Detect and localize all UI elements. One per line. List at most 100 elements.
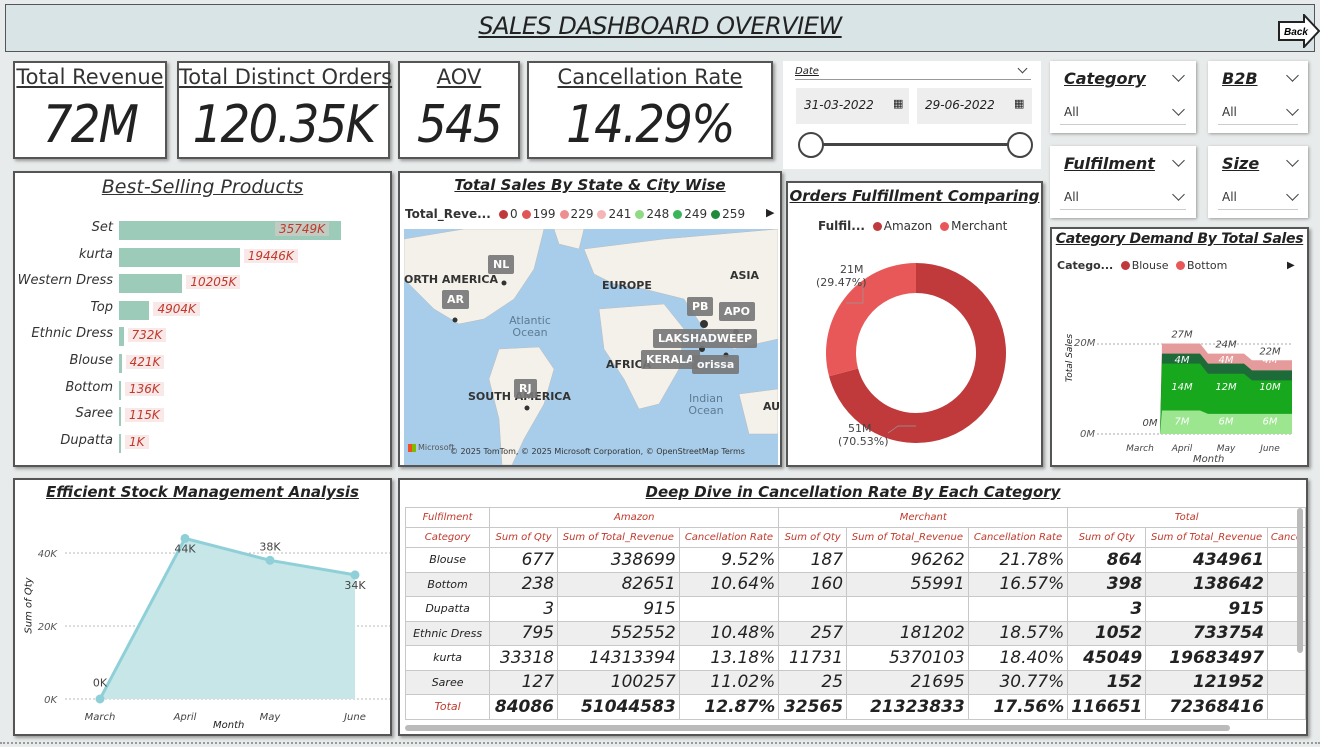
vertical-scrollbar[interactable] <box>1297 508 1303 653</box>
table-group-header[interactable]: Fulfilment <box>404 507 491 528</box>
table-row[interactable]: kurta 33318 14313394 13.18% 11731 5370103 18.4… <box>404 645 1306 671</box>
fulfilment-slicer[interactable]: Fulfilment All <box>1050 146 1196 218</box>
table-column-header[interactable]: Category <box>404 527 491 548</box>
bar[interactable] <box>119 247 240 267</box>
table-row[interactable]: Total 84086 51044583 12.87% 32565 21323833 17.… <box>404 694 1306 720</box>
fulfilment-slicer-label: Fulfilment <box>1064 154 1155 173</box>
table-cell: 14313394 <box>557 645 680 671</box>
table-column-header[interactable]: Sum of Qty <box>778 527 848 548</box>
date-range-end-handle[interactable] <box>1007 132 1033 158</box>
table-cell: 82651 <box>557 571 680 597</box>
horizontal-scrollbar[interactable] <box>405 725 1230 731</box>
map-pin-rj[interactable]: RJ <box>514 379 537 398</box>
chevron-down-icon[interactable] <box>1286 154 1299 167</box>
data-label: 34K <box>344 579 366 592</box>
table-row[interactable]: Bottom 238 82651 10.64% 160 55991 16.57% 398 138… <box>404 571 1306 597</box>
date-range-track[interactable] <box>809 143 1021 146</box>
legend-dot <box>673 210 683 219</box>
table-cell: 21695 <box>846 669 969 695</box>
sales-map[interactable]: Total Sales By State & City Wise Total_R… <box>398 171 782 467</box>
bar[interactable] <box>119 327 124 347</box>
map-pin-ar[interactable]: AR <box>442 290 469 309</box>
table-cell: 33318 <box>489 645 559 671</box>
table-group-header[interactable]: Amazon <box>489 507 780 528</box>
bar[interactable] <box>119 274 183 294</box>
x-tick: May <box>260 712 282 723</box>
table-cell: 121952 <box>1145 669 1268 695</box>
table-cell: Dupatta <box>404 596 491 622</box>
map-pin-kerala[interactable]: KERALA <box>641 350 700 369</box>
table-row[interactable]: Ethnic Dress 795 552552 10.48% 257 181202 18.5… <box>404 620 1306 646</box>
table-column-header[interactable]: Cancellation Rate <box>678 527 780 548</box>
bar-value: 115K <box>125 408 164 423</box>
category-dropdown[interactable] <box>1060 97 1186 125</box>
table-column-header[interactable]: Sum of Qty <box>1067 527 1147 548</box>
segment-label: 6M <box>1219 417 1234 428</box>
map-pin-nl[interactable]: NL <box>488 255 515 274</box>
table-cell: 18.40% <box>967 645 1069 671</box>
chart-title: Deep Dive in Cancellation Rate By Each C… <box>645 483 1061 501</box>
table-cell: 10.64% <box>678 571 780 597</box>
x-tick: June <box>342 712 366 723</box>
table-row[interactable]: Blouse 677 338699 9.52% 187 96262 21.78% 864 434… <box>404 547 1306 573</box>
fulfillment-donut-chart: Orders Fulfillment Comparing Fulfil... A… <box>786 181 1043 467</box>
bar[interactable] <box>119 300 150 320</box>
map-pin-apo[interactable]: APO <box>719 302 755 321</box>
map-pin-pb[interactable]: PB <box>687 297 714 316</box>
table-column-header[interactable]: Sum of Qty <box>489 527 559 548</box>
bar[interactable] <box>119 354 122 373</box>
date-end-input[interactable]: 29-06-2022 ▦ <box>917 88 1032 124</box>
legend-item: 259 <box>722 207 746 221</box>
category-slicer[interactable]: Category All <box>1050 61 1196 133</box>
bar-value: 4904K <box>153 301 200 316</box>
table-column-header[interactable]: Sum of Total_Revenue <box>846 527 969 548</box>
table-cell: 30.77% <box>967 669 1069 695</box>
legend-next-icon[interactable]: ▶ <box>766 206 774 219</box>
date-slicer[interactable]: Date 31-03-2022 ▦ 29-06-2022 ▦ <box>783 61 1041 169</box>
table-row[interactable]: Dupatta 3 915 3 915 <box>404 596 1306 622</box>
chevron-down-icon[interactable] <box>1172 69 1185 82</box>
chevron-down-icon[interactable] <box>1286 69 1299 82</box>
legend-dot <box>635 210 645 219</box>
chart-title: Best-Selling Products <box>101 176 304 198</box>
legend-item: 199 <box>532 207 556 221</box>
kpi-total-orders: Total Distinct Orders 120.35K <box>177 61 392 159</box>
table-group-header[interactable]: Merchant <box>778 507 1069 528</box>
table-row[interactable]: Saree 127 100257 11.02% 25 21695 30.77% 152 1219… <box>404 669 1306 695</box>
legend-item: 229 <box>570 207 594 221</box>
data-label: 44K <box>174 542 196 555</box>
table-cell: 10.48% <box>678 620 780 646</box>
bar[interactable] <box>119 433 121 453</box>
x-tick: June <box>1258 444 1280 454</box>
date-start-input[interactable]: 31-03-2022 ▦ <box>796 88 909 124</box>
category-slicer-value: All <box>1064 105 1079 119</box>
table-cell: 21.78% <box>967 547 1069 573</box>
back-button[interactable]: Back <box>1278 14 1320 48</box>
table-cell: 3 <box>1067 596 1147 622</box>
table-column-header[interactable]: Sum of Total_Revenue <box>1145 527 1268 548</box>
map-pin-lakshadweep[interactable]: LAKSHADWEEP <box>653 329 758 348</box>
segment-label: 7M <box>1175 417 1190 428</box>
legend-title: Total_Reve... <box>405 207 491 221</box>
total-label: 27M <box>1171 330 1193 341</box>
table-group-header[interactable]: Total <box>1067 507 1306 528</box>
fulfilment-slicer-value: All <box>1064 190 1079 204</box>
fulfilment-dropdown[interactable] <box>1060 182 1186 210</box>
calendar-icon[interactable]: ▦ <box>1014 97 1024 110</box>
chevron-down-icon[interactable] <box>1172 154 1185 167</box>
table-cell: 13.18% <box>678 645 780 671</box>
total-label: 24M <box>1215 340 1237 351</box>
date-range-start-handle[interactable] <box>798 132 824 158</box>
map-canvas[interactable]: ORTH AMERICA ASIA EUROPE AFRICA SOUTH AM… <box>404 229 780 465</box>
kpi-label: Total Revenue <box>16 65 164 89</box>
map-attribution[interactable]: © 2025 TomTom, © 2025 Microsoft Corporat… <box>450 447 745 456</box>
table-column-header[interactable]: Sum of Total_Revenue <box>557 527 680 548</box>
map-pin-orissa[interactable]: orissa <box>692 355 740 374</box>
b2b-slicer[interactable]: B2B All <box>1208 61 1308 133</box>
calendar-icon[interactable]: ▦ <box>893 97 903 110</box>
table-column-header[interactable]: Cancellation Rate <box>967 527 1069 548</box>
best-selling-products-chart: Best-Selling Products Set 35749K kurta 1944… <box>13 171 392 467</box>
size-slicer[interactable]: Size All <box>1208 146 1308 218</box>
bar[interactable] <box>119 407 121 427</box>
bar[interactable] <box>119 380 121 400</box>
